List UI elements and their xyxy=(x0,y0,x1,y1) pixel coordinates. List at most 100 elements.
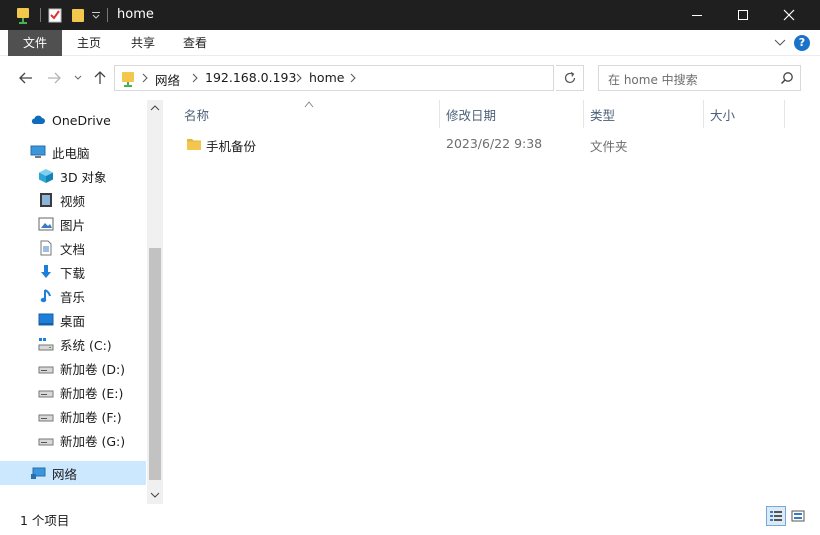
picture-icon xyxy=(38,217,54,231)
navigation-bar: 网络 192.168.0.193 home 在 home 中搜索 xyxy=(0,56,820,100)
close-icon xyxy=(783,9,795,21)
column-header-size[interactable]: 大小 xyxy=(710,100,735,128)
column-header-name[interactable]: 名称 xyxy=(184,100,209,128)
properties-icon[interactable] xyxy=(48,6,62,24)
search-input[interactable]: 在 home 中搜索 xyxy=(608,71,698,88)
maximize-button[interactable] xyxy=(720,0,766,30)
navigation-pane: OneDrive 此电脑 3D 对象 视频 图片 文档 下载 音乐 桌面 系统 … xyxy=(0,100,164,504)
scroll-up-icon[interactable] xyxy=(150,103,160,113)
tab-home[interactable]: 主页 xyxy=(66,30,112,56)
drive-icon xyxy=(38,414,54,422)
close-button[interactable] xyxy=(766,0,812,30)
address-bar[interactable]: 网络 192.168.0.193 home xyxy=(114,65,660,91)
tab-view[interactable]: 查看 xyxy=(172,30,218,56)
cloud-icon xyxy=(31,115,45,124)
sidebar-item-network[interactable]: 网络 xyxy=(0,461,146,485)
item-count: 1 个项目 xyxy=(20,513,70,528)
breadcrumb-chevron-icon xyxy=(296,73,302,83)
network-folder-icon xyxy=(121,70,135,91)
file-type: 文件夹 xyxy=(590,139,628,154)
download-arrow-icon xyxy=(41,265,51,278)
table-row[interactable]: 手机备份 2023/6/22 9:38 文件夹 xyxy=(174,132,794,156)
back-button[interactable] xyxy=(16,68,36,88)
drive-icon xyxy=(38,438,54,446)
large-icons-view-icon xyxy=(791,510,805,522)
sidebar-item-onedrive[interactable]: OneDrive xyxy=(0,108,146,132)
chevron-down-icon xyxy=(774,39,786,46)
refresh-icon xyxy=(564,71,575,84)
sidebar-item-videos[interactable]: 视频 xyxy=(0,188,146,212)
recent-locations-button[interactable] xyxy=(68,68,88,88)
tab-share[interactable]: 共享 xyxy=(120,30,166,56)
details-view-button[interactable] xyxy=(766,506,786,526)
sidebar-item-desktop[interactable]: 桌面 xyxy=(0,308,146,332)
arrow-up-icon xyxy=(94,71,106,84)
breadcrumb-host[interactable]: 192.168.0.193 xyxy=(205,70,296,85)
network-icon xyxy=(31,467,46,479)
file-modified: 2023/6/22 9:38 xyxy=(446,136,543,151)
breadcrumb-chevron-icon xyxy=(350,73,356,83)
refresh-button[interactable] xyxy=(556,65,584,91)
new-folder-icon[interactable] xyxy=(70,6,86,24)
sidebar-item-music[interactable]: 音乐 xyxy=(0,284,146,308)
file-list: 名称 修改日期 类型 大小 手机备份 2023/6/22 9:38 文件夹 xyxy=(164,100,820,504)
sidebar-scrollbar-thumb[interactable] xyxy=(149,248,161,480)
large-icons-view-button[interactable] xyxy=(788,506,808,526)
status-bar: 1 个项目 xyxy=(0,504,820,535)
window-title: home xyxy=(117,7,154,22)
column-header-modified[interactable]: 修改日期 xyxy=(446,100,496,128)
music-note-icon xyxy=(40,289,51,303)
sidebar-item-system-c[interactable]: 系统 (C:) xyxy=(0,332,146,356)
pin-folder-icon[interactable] xyxy=(16,6,30,24)
video-icon xyxy=(40,193,52,207)
sidebar-item-this-pc[interactable]: 此电脑 xyxy=(0,140,146,164)
file-name: 手机备份 xyxy=(206,139,257,154)
up-button[interactable] xyxy=(90,68,110,88)
breadcrumb-network[interactable]: 网络 xyxy=(155,70,180,89)
breadcrumb-chevron-icon xyxy=(192,73,198,83)
customize-toolbar-icon[interactable] xyxy=(91,6,101,24)
column-header-type[interactable]: 类型 xyxy=(590,100,615,128)
sidebar-item-documents[interactable]: 文档 xyxy=(0,236,146,260)
cube-icon xyxy=(39,169,53,183)
desktop-icon xyxy=(38,313,54,326)
column-divider[interactable] xyxy=(583,100,584,128)
expand-ribbon-button[interactable] xyxy=(772,34,788,52)
column-divider[interactable] xyxy=(784,100,785,128)
quick-access-separator xyxy=(40,6,42,24)
folder-icon xyxy=(187,139,201,150)
sidebar-scrollbar[interactable] xyxy=(147,100,163,504)
column-divider[interactable] xyxy=(703,100,704,128)
sidebar-item-volume-d[interactable]: 新加卷 (D:) xyxy=(0,356,146,380)
title-bar: home xyxy=(0,0,820,30)
document-icon xyxy=(40,240,52,256)
drive-icon xyxy=(38,366,54,374)
sidebar-item-volume-e[interactable]: 新加卷 (E:) xyxy=(0,380,146,404)
sidebar-item-downloads[interactable]: 下载 xyxy=(0,260,146,284)
sidebar-item-3d-objects[interactable]: 3D 对象 xyxy=(0,164,146,188)
details-view-icon xyxy=(770,511,782,521)
sidebar-item-volume-f[interactable]: 新加卷 (F:) xyxy=(0,404,146,428)
computer-icon xyxy=(30,145,46,158)
search-icon[interactable] xyxy=(780,71,794,85)
column-divider[interactable] xyxy=(439,100,440,128)
tab-file[interactable]: 文件 xyxy=(8,30,62,56)
drive-icon xyxy=(38,390,54,398)
arrow-right-icon xyxy=(48,72,61,84)
minimize-icon xyxy=(692,15,702,16)
sidebar-item-pictures[interactable]: 图片 xyxy=(0,212,146,236)
breadcrumb-home[interactable]: home xyxy=(309,70,344,85)
system-drive-icon xyxy=(38,338,54,351)
arrow-left-icon xyxy=(19,72,32,84)
help-button[interactable]: ? xyxy=(794,35,810,51)
sidebar-item-volume-g[interactable]: 新加卷 (G:) xyxy=(0,428,146,452)
maximize-icon xyxy=(738,10,748,20)
scroll-down-icon[interactable] xyxy=(150,490,160,500)
minimize-button[interactable] xyxy=(674,0,720,30)
title-separator xyxy=(107,6,109,24)
forward-button[interactable] xyxy=(44,68,64,88)
chevron-down-icon xyxy=(74,75,82,80)
ribbon: 文件 主页 共享 查看 ? xyxy=(0,30,820,56)
search-box[interactable]: 在 home 中搜索 xyxy=(598,65,801,91)
sort-ascending-icon xyxy=(304,101,314,108)
